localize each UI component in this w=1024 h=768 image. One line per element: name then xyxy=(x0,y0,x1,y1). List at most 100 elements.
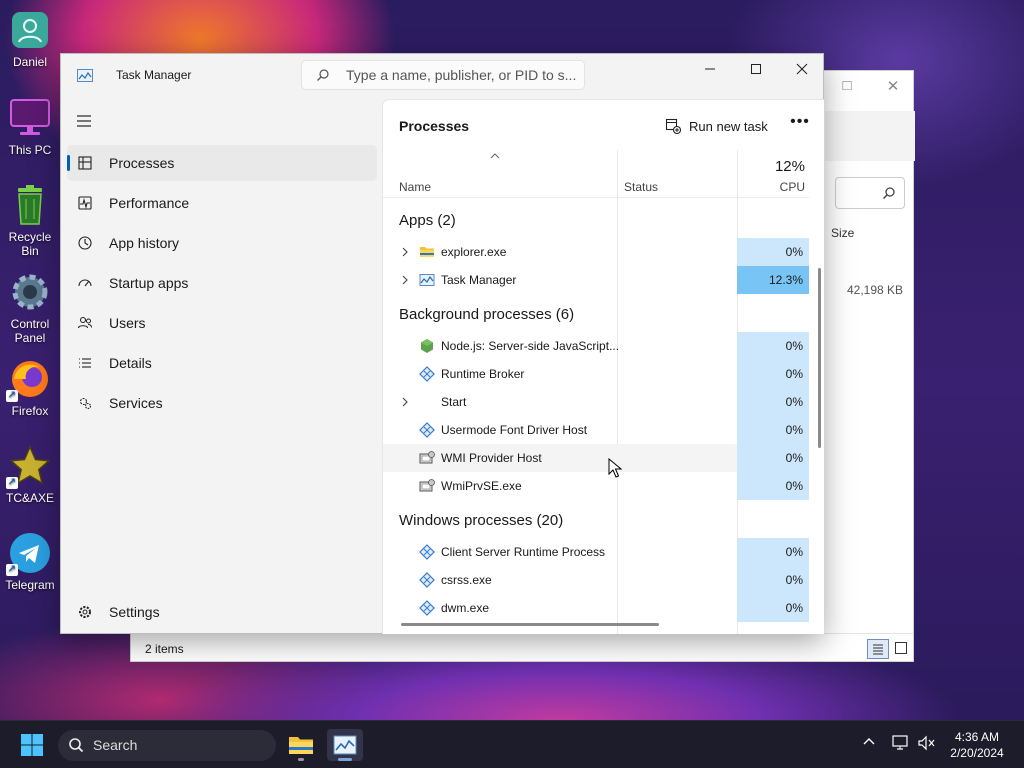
table-row[interactable]: csrss.exe 0% xyxy=(383,566,809,594)
process-cpu: 12.3% xyxy=(737,266,809,294)
close-icon xyxy=(796,63,808,75)
table-row[interactable]: Runtime Broker 0% xyxy=(383,360,809,388)
nav-label: App history xyxy=(109,235,180,251)
chevron-up-icon[interactable] xyxy=(862,735,876,749)
process-name: Usermode Font Driver Host xyxy=(441,423,588,437)
column-header-cpu[interactable]: CPU xyxy=(737,180,805,194)
table-row[interactable]: WmiPrvSE.exe 0% xyxy=(383,472,809,500)
explorer-search-box[interactable] xyxy=(835,177,905,209)
column-header-size[interactable]: Size xyxy=(831,226,854,240)
system-clock[interactable]: 4:36 AM 2/20/2024 xyxy=(944,729,1010,761)
column-header-status[interactable]: Status xyxy=(624,180,658,194)
nav-label: Settings xyxy=(109,604,160,620)
cpu-total-percent[interactable]: 12% xyxy=(737,158,805,175)
folder-icon xyxy=(420,247,434,257)
maximize-icon xyxy=(751,64,761,74)
desktop-icon-label: This PC xyxy=(8,143,52,157)
nav-label: Performance xyxy=(109,195,190,211)
vertical-scrollbar[interactable] xyxy=(818,268,821,448)
process-cpu: 0% xyxy=(737,444,809,472)
desktop-icon-firefox[interactable]: ↗ Firefox xyxy=(2,357,58,418)
run-task-icon xyxy=(665,118,681,134)
process-name: Start xyxy=(441,395,467,409)
process-cpu: 0% xyxy=(737,472,809,500)
windows-logo-icon xyxy=(21,734,43,756)
nav-item-settings[interactable]: Settings xyxy=(67,594,377,630)
table-row[interactable]: Start 0% xyxy=(383,388,809,416)
clock-date: 2/20/2024 xyxy=(950,746,1004,760)
process-name: Task Manager xyxy=(441,273,517,287)
table-row[interactable]: Node.js: Server-side JavaScript... 0% xyxy=(383,332,809,360)
search-input[interactable] xyxy=(346,67,576,83)
tiles-view-button[interactable] xyxy=(895,642,907,654)
chevron-right-icon[interactable] xyxy=(401,396,409,408)
nav-item-services[interactable]: Services xyxy=(67,385,377,421)
close-icon[interactable]: ✕ xyxy=(883,77,903,97)
taskbar: Search 4:36 AM 2/20/2024 xyxy=(0,720,1024,768)
task-manager-icon xyxy=(333,735,357,755)
service-process-icon xyxy=(419,600,435,616)
running-indicator xyxy=(298,758,304,761)
nav-label: Services xyxy=(109,395,163,411)
desktop-icon-label: Telegram xyxy=(5,578,55,592)
desktop-icon-user-folder[interactable]: Daniel xyxy=(2,8,58,69)
network-icon[interactable] xyxy=(892,735,910,751)
maximize-icon[interactable]: □ xyxy=(837,77,857,97)
taskbar-file-explorer[interactable] xyxy=(283,729,319,761)
nav-label: Users xyxy=(109,315,146,331)
chevron-right-icon[interactable] xyxy=(401,246,409,258)
nav-label: Processes xyxy=(109,155,175,171)
process-cpu: 0% xyxy=(737,594,809,622)
nav-item-app-history[interactable]: App history xyxy=(67,225,377,261)
desktop-icon-label: Daniel xyxy=(12,55,48,69)
process-name: csrss.exe xyxy=(441,573,492,587)
navigation-toggle-button[interactable] xyxy=(75,112,95,132)
maximize-button[interactable] xyxy=(733,54,779,84)
desktop-icon-label: Recycle Bin xyxy=(8,230,52,258)
table-row[interactable]: Client Server Runtime Process 0% xyxy=(383,538,809,566)
table-row[interactable]: Task Manager 12.3% xyxy=(383,266,809,294)
desktop-icon-recycle-bin[interactable]: Recycle Bin xyxy=(2,183,58,258)
app-history-icon xyxy=(78,236,92,250)
process-name: Runtime Broker xyxy=(441,367,525,381)
gear-icon xyxy=(8,270,52,314)
process-cpu: 0% xyxy=(737,332,809,360)
desktop-icon-control-panel[interactable]: Control Panel xyxy=(2,270,58,345)
taskbar-task-manager[interactable] xyxy=(327,729,363,761)
nav-item-startup-apps[interactable]: Startup apps xyxy=(67,265,377,301)
desktop-icon-tc-axe[interactable]: ↗ TC&AXE xyxy=(2,444,58,505)
service-process-icon xyxy=(419,572,435,588)
horizontal-scrollbar[interactable] xyxy=(401,623,659,626)
desktop-icon-telegram[interactable]: ↗ Telegram xyxy=(2,531,58,592)
search-box[interactable] xyxy=(301,60,585,90)
task-manager-app-icon xyxy=(77,69,93,82)
item-count: 2 items xyxy=(145,642,184,656)
chevron-right-icon[interactable] xyxy=(401,274,409,286)
table-row[interactable]: explorer.exe 0% xyxy=(383,238,809,266)
process-cpu: 0% xyxy=(737,388,809,416)
table-row[interactable]: Usermode Font Driver Host 0% xyxy=(383,416,809,444)
volume-muted-icon[interactable] xyxy=(918,735,936,751)
nav-item-details[interactable]: Details xyxy=(67,345,377,381)
recycle-bin-icon xyxy=(8,183,52,227)
run-new-task-button[interactable]: Run new task xyxy=(665,116,768,136)
mouse-cursor-icon xyxy=(608,458,622,478)
nav-item-users[interactable]: Users xyxy=(67,305,377,341)
details-view-button[interactable] xyxy=(867,639,889,659)
column-header-name[interactable]: Name xyxy=(399,180,431,194)
wmi-icon xyxy=(419,479,435,492)
start-button[interactable] xyxy=(20,733,44,757)
nav-item-processes[interactable]: Processes xyxy=(67,145,377,181)
settings-gear-icon xyxy=(79,606,91,618)
minimize-button[interactable] xyxy=(687,54,733,84)
table-row[interactable]: dwm.exe 0% xyxy=(383,594,809,622)
more-options-button[interactable]: ••• xyxy=(789,114,811,134)
nav-item-performance[interactable]: Performance xyxy=(67,185,377,221)
desktop-icon-this-pc[interactable]: This PC xyxy=(2,96,58,157)
folder-icon xyxy=(289,737,313,754)
table-row[interactable]: WMI Provider Host 0% xyxy=(383,444,809,472)
task-manager-window[interactable]: Task Manager Processes Performance App h… xyxy=(60,53,824,634)
taskbar-search-box[interactable]: Search xyxy=(58,730,276,761)
close-button[interactable] xyxy=(779,54,825,84)
sort-ascending-icon xyxy=(490,153,500,159)
